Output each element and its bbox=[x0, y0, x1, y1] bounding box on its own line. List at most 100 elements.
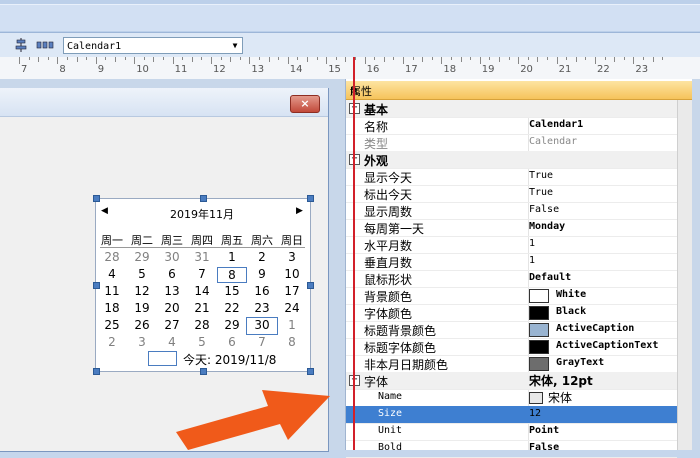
property-value[interactable]: False bbox=[529, 204, 559, 215]
calendar-day[interactable]: 25 bbox=[97, 318, 127, 334]
property-value[interactable]: Default bbox=[529, 272, 571, 283]
calendar-day[interactable]: 2 bbox=[97, 335, 127, 351]
calendar-day[interactable]: 13 bbox=[157, 284, 187, 300]
property-value[interactable]: 宋体 bbox=[548, 389, 572, 406]
calendar-day[interactable]: 1 bbox=[277, 318, 307, 334]
property-value[interactable]: 12 bbox=[529, 408, 541, 419]
property-value[interactable]: Calendar1 bbox=[529, 119, 583, 130]
property-row[interactable]: 标题背景颜色 ActiveCaption bbox=[346, 321, 677, 339]
property-value[interactable]: ActiveCaptionText bbox=[556, 340, 658, 351]
property-row[interactable]: 鼠标形状 Default bbox=[346, 270, 677, 288]
calendar-day[interactable]: 5 bbox=[187, 335, 217, 351]
property-row[interactable]: 名称 Calendar1 bbox=[346, 117, 677, 135]
resize-handle[interactable] bbox=[307, 368, 314, 375]
property-value[interactable]: White bbox=[556, 289, 586, 300]
calendar-day[interactable]: 21 bbox=[187, 301, 217, 317]
calendar-day[interactable]: 6 bbox=[217, 335, 247, 351]
calendar-day[interactable]: 12 bbox=[127, 284, 157, 300]
calendar-day[interactable]: 17 bbox=[277, 284, 307, 300]
control-selector-combo[interactable]: Calendar1 ▼ bbox=[63, 37, 243, 54]
property-value[interactable]: Monday bbox=[529, 221, 565, 232]
property-value[interactable]: 1 bbox=[529, 255, 535, 266]
property-value[interactable]: 1 bbox=[529, 238, 535, 249]
calendar-day[interactable]: 27 bbox=[157, 318, 187, 334]
calendar-day[interactable]: 6 bbox=[157, 267, 187, 283]
property-value[interactable]: GrayText bbox=[556, 357, 604, 368]
property-row[interactable]: 标题字体颜色 ActiveCaptionText bbox=[346, 338, 677, 356]
calendar-day[interactable]: 16 bbox=[247, 284, 277, 300]
property-row[interactable]: 非本月日期颜色 GrayText bbox=[346, 355, 677, 373]
property-row[interactable]: 显示今天 True bbox=[346, 168, 677, 186]
property-row[interactable]: 类型 Calendar bbox=[346, 134, 677, 152]
property-row[interactable]: Unit Point bbox=[346, 423, 677, 441]
calendar-day[interactable]: 18 bbox=[97, 301, 127, 317]
property-value[interactable]: 宋体, 12pt bbox=[529, 372, 593, 389]
calendar-day[interactable]: 22 bbox=[217, 301, 247, 317]
ruler-minor-tick bbox=[383, 57, 385, 62]
property-value[interactable]: Black bbox=[556, 306, 586, 317]
property-row[interactable]: 字体颜色 Black bbox=[346, 304, 677, 322]
property-row[interactable]: Bold False bbox=[346, 440, 677, 458]
calendar-day[interactable]: 3 bbox=[127, 335, 157, 351]
calendar-day[interactable]: 1 bbox=[217, 250, 247, 266]
calendar-day[interactable]: 14 bbox=[187, 284, 217, 300]
next-month-icon[interactable]: ▶ bbox=[296, 206, 303, 216]
distribute-icon[interactable] bbox=[36, 38, 54, 52]
calendar-day[interactable]: 11 bbox=[97, 284, 127, 300]
property-value[interactable]: False bbox=[529, 442, 559, 453]
property-category[interactable]: −外观 bbox=[346, 151, 677, 169]
calendar-day[interactable]: 28 bbox=[97, 250, 127, 266]
today-label[interactable]: 今天: 2019/11/8 bbox=[183, 351, 276, 368]
resize-handle[interactable] bbox=[307, 282, 314, 289]
calendar-day[interactable]: 8 bbox=[217, 267, 247, 283]
property-row[interactable]: 水平月数 1 bbox=[346, 236, 677, 254]
calendar-day[interactable]: 15 bbox=[217, 284, 247, 300]
calendar-day[interactable]: 19 bbox=[127, 301, 157, 317]
calendar-day[interactable]: 7 bbox=[247, 335, 277, 351]
property-row[interactable]: 背景颜色 White bbox=[346, 287, 677, 305]
calendar-day[interactable]: 4 bbox=[97, 267, 127, 283]
property-row[interactable]: 垂直月数 1 bbox=[346, 253, 677, 271]
calendar-day[interactable]: 30 bbox=[246, 317, 278, 335]
align-icon[interactable] bbox=[14, 38, 28, 52]
calendar-day[interactable]: 31 bbox=[187, 250, 217, 266]
calendar-day[interactable]: 10 bbox=[277, 267, 307, 283]
calendar-day[interactable]: 29 bbox=[217, 318, 247, 334]
property-row[interactable]: 每周第一天 Monday bbox=[346, 219, 677, 237]
property-value[interactable]: Calendar bbox=[529, 136, 577, 147]
dropdown-arrow-icon[interactable]: ▼ bbox=[228, 38, 242, 53]
calendar-day[interactable]: 29 bbox=[127, 250, 157, 266]
calendar-day[interactable]: 8 bbox=[277, 335, 307, 351]
calendar-day[interactable]: 26 bbox=[127, 318, 157, 334]
calendar-day[interactable]: 7 bbox=[187, 267, 217, 283]
pin-icon[interactable]: ᵽ bbox=[350, 83, 686, 96]
property-row[interactable]: Name 宋体 bbox=[346, 389, 677, 407]
calendar-day[interactable]: 28 bbox=[187, 318, 217, 334]
properties-scrollbar[interactable] bbox=[677, 100, 693, 450]
calendar-day[interactable]: 9 bbox=[247, 267, 277, 283]
property-value[interactable]: ActiveCaption bbox=[556, 323, 634, 334]
calendar-day[interactable]: 24 bbox=[277, 301, 307, 317]
calendar-day[interactable]: 30 bbox=[157, 250, 187, 266]
resize-handle[interactable] bbox=[93, 368, 100, 375]
property-row[interactable]: Size 12 bbox=[346, 406, 677, 424]
property-value[interactable]: True bbox=[529, 170, 553, 181]
resize-handle[interactable] bbox=[200, 195, 207, 202]
calendar-day[interactable]: 23 bbox=[247, 301, 277, 317]
close-button[interactable]: × bbox=[290, 95, 320, 113]
resize-handle[interactable] bbox=[93, 282, 100, 289]
resize-handle[interactable] bbox=[200, 368, 207, 375]
property-value[interactable]: True bbox=[529, 187, 553, 198]
calendar-day[interactable]: 3 bbox=[277, 250, 307, 266]
resize-handle[interactable] bbox=[307, 195, 314, 202]
property-value[interactable]: Point bbox=[529, 425, 559, 436]
property-row[interactable]: 标出今天 True bbox=[346, 185, 677, 203]
calendar-day[interactable]: 5 bbox=[127, 267, 157, 283]
property-category[interactable]: −基本 bbox=[346, 100, 677, 118]
resize-handle[interactable] bbox=[93, 195, 100, 202]
property-category[interactable]: −字体宋体, 12pt bbox=[346, 372, 677, 390]
calendar-day[interactable]: 20 bbox=[157, 301, 187, 317]
calendar-day[interactable]: 4 bbox=[157, 335, 187, 351]
calendar-day[interactable]: 2 bbox=[247, 250, 277, 266]
property-row[interactable]: 显示周数 False bbox=[346, 202, 677, 220]
